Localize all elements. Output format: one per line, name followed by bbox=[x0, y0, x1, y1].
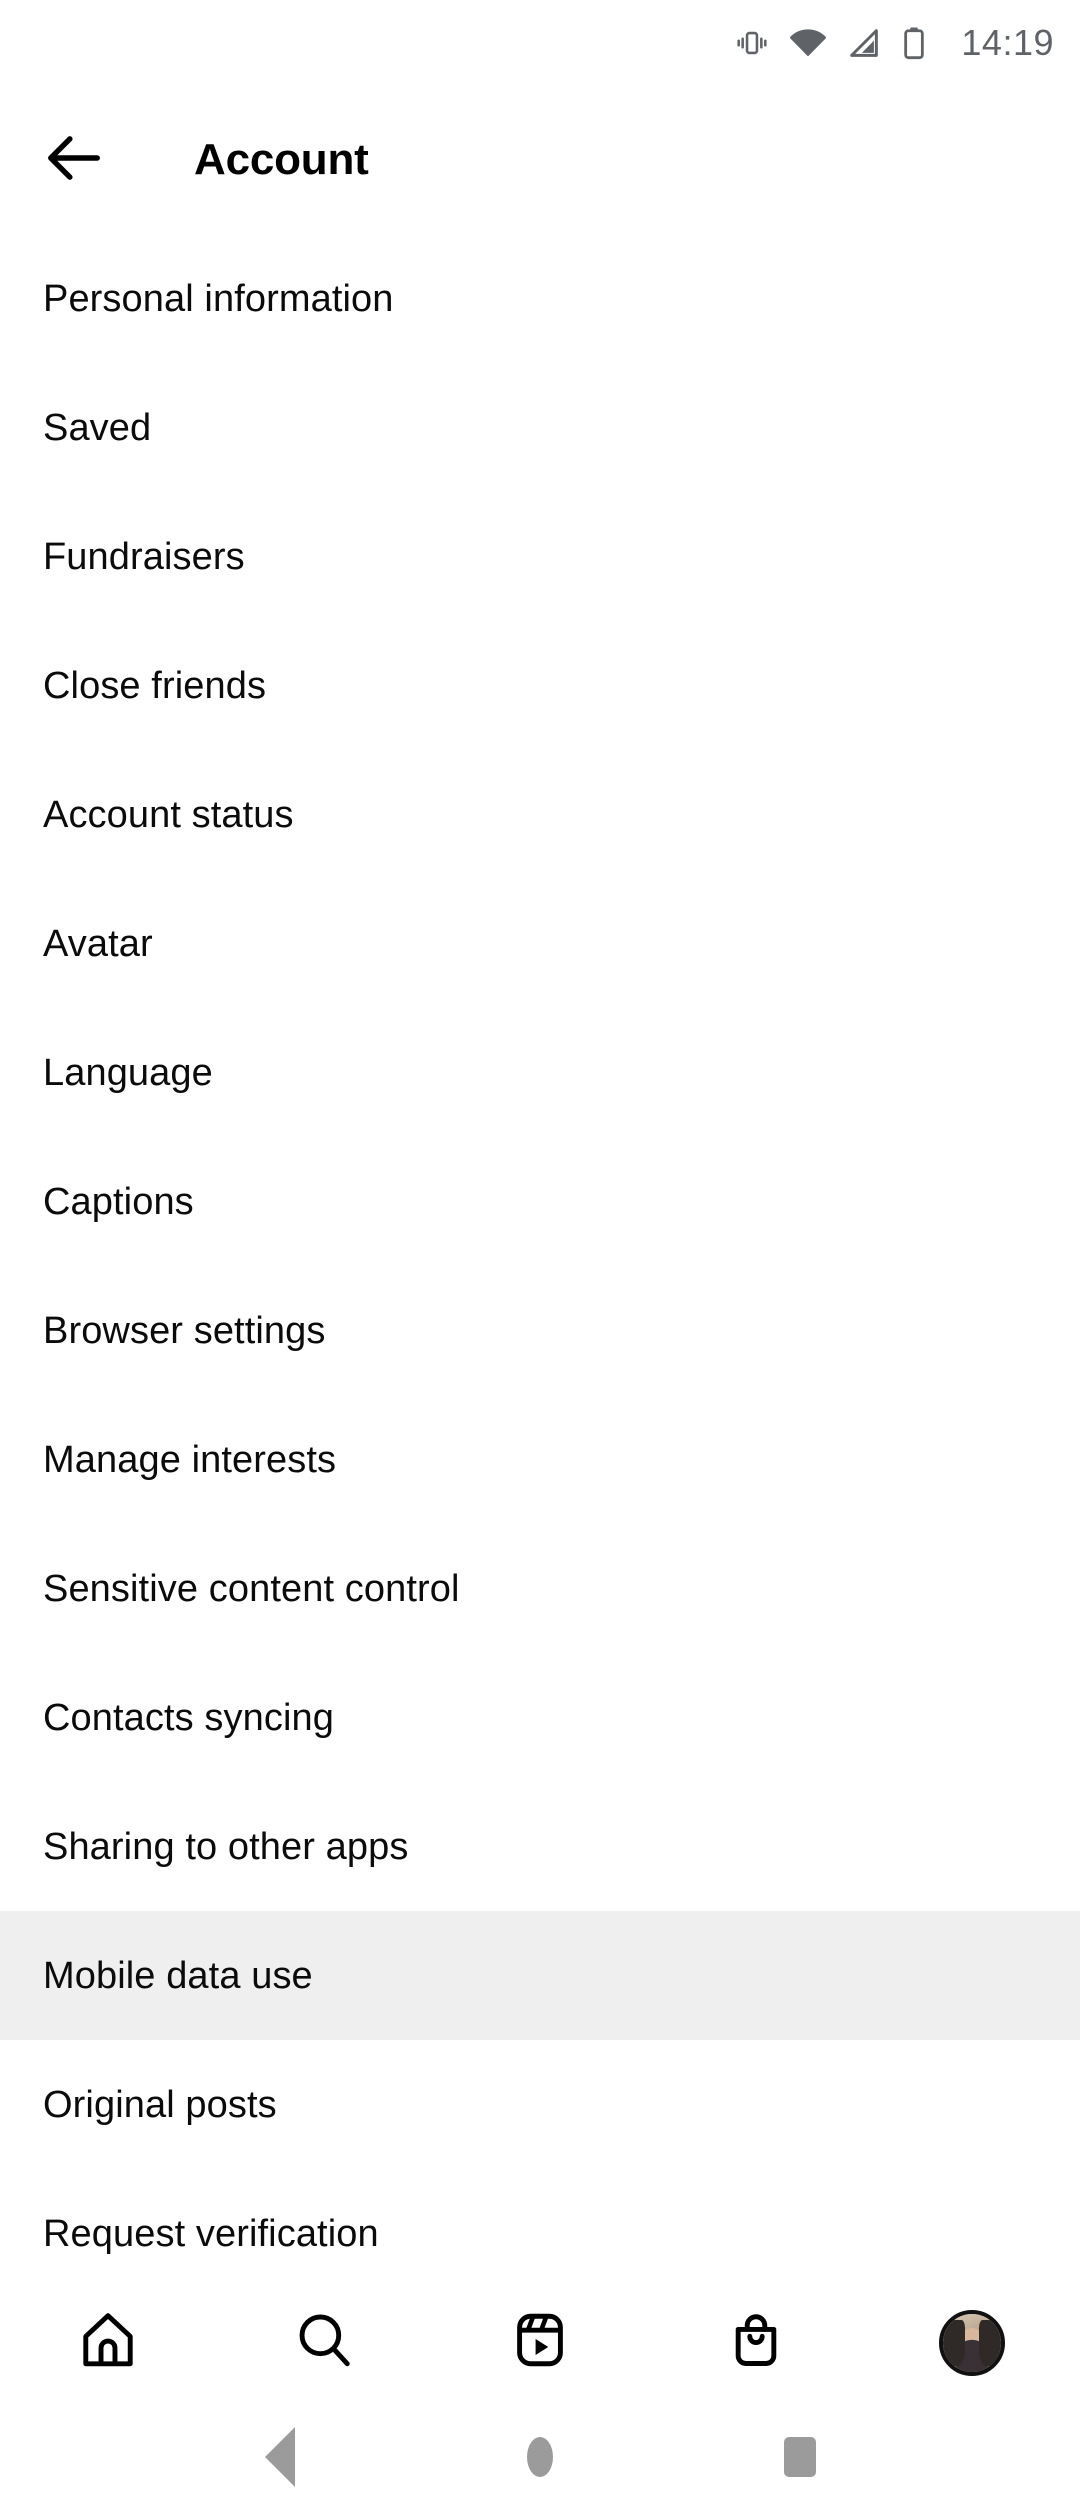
settings-row[interactable]: Browser settings bbox=[0, 1266, 1080, 1395]
bottom-tab-bar bbox=[0, 2290, 1080, 2394]
page-title: Account bbox=[194, 135, 369, 184]
app-header: Account bbox=[0, 86, 1080, 234]
reels-icon bbox=[509, 2309, 571, 2376]
settings-row-label: Avatar bbox=[43, 922, 153, 965]
wifi-icon bbox=[789, 26, 827, 60]
settings-row[interactable]: Fundraisers bbox=[0, 492, 1080, 621]
android-home-button[interactable] bbox=[480, 2397, 600, 2517]
status-bar: 14:19 bbox=[0, 0, 1080, 86]
settings-row-label: Close friends bbox=[43, 664, 267, 707]
settings-row-label: Language bbox=[43, 1051, 213, 1094]
settings-row[interactable]: Original posts bbox=[0, 2040, 1080, 2169]
tab-search[interactable] bbox=[249, 2291, 399, 2395]
circle-home-icon bbox=[527, 2437, 553, 2477]
tab-profile[interactable] bbox=[897, 2291, 1047, 2395]
avatar-hair-left bbox=[943, 2319, 965, 2366]
square-recents-icon bbox=[784, 2437, 816, 2477]
settings-row[interactable]: Manage interests bbox=[0, 1395, 1080, 1524]
triangle-back-icon bbox=[265, 2427, 295, 2487]
settings-row[interactable]: Mobile data use bbox=[0, 1911, 1080, 2040]
settings-row-label: Contacts syncing bbox=[43, 1696, 334, 1739]
settings-row[interactable]: Avatar bbox=[0, 879, 1080, 1008]
battery-icon bbox=[901, 26, 927, 60]
settings-row-label: Mobile data use bbox=[43, 1954, 313, 1997]
android-recents-button[interactable] bbox=[740, 2397, 860, 2517]
settings-row-label: Sensitive content control bbox=[43, 1567, 460, 1610]
android-back-button[interactable] bbox=[220, 2397, 340, 2517]
status-bar-icons: 14:19 bbox=[735, 22, 1054, 64]
shop-icon bbox=[725, 2309, 787, 2376]
tab-reels[interactable] bbox=[465, 2291, 615, 2395]
settings-row-label: Account status bbox=[43, 793, 294, 836]
arrow-left-icon bbox=[43, 127, 105, 194]
tab-home[interactable] bbox=[33, 2291, 183, 2395]
settings-row[interactable]: Sharing to other apps bbox=[0, 1782, 1080, 1911]
settings-row-label: Fundraisers bbox=[43, 535, 245, 578]
profile-avatar bbox=[939, 2309, 1005, 2376]
settings-list[interactable]: Personal information Saved Fundraisers Clos… bbox=[0, 234, 1080, 2290]
settings-row[interactable]: Request verification bbox=[0, 2169, 1080, 2290]
settings-row-label: Original posts bbox=[43, 2083, 277, 2126]
cellular-signal-icon bbox=[847, 26, 881, 60]
settings-row[interactable]: Language bbox=[0, 1008, 1080, 1137]
settings-row-label: Captions bbox=[43, 1180, 194, 1223]
settings-row-label: Sharing to other apps bbox=[43, 1825, 409, 1868]
settings-row[interactable]: Close friends bbox=[0, 621, 1080, 750]
settings-row-label: Personal information bbox=[43, 277, 394, 320]
settings-row[interactable]: Personal information bbox=[0, 234, 1080, 363]
android-system-nav bbox=[0, 2394, 1080, 2520]
settings-row[interactable]: Account status bbox=[0, 750, 1080, 879]
settings-row-label: Browser settings bbox=[43, 1309, 326, 1352]
vibrate-icon bbox=[735, 26, 769, 60]
search-icon bbox=[293, 2309, 355, 2376]
settings-row-label: Manage interests bbox=[43, 1438, 337, 1481]
tab-shop[interactable] bbox=[681, 2291, 831, 2395]
status-bar-clock: 14:19 bbox=[961, 22, 1054, 63]
settings-row-label: Saved bbox=[43, 406, 152, 449]
avatar-hair-right bbox=[979, 2319, 1001, 2366]
back-button[interactable] bbox=[22, 108, 126, 212]
settings-row[interactable]: Captions bbox=[0, 1137, 1080, 1266]
settings-row-label: Request verification bbox=[43, 2212, 379, 2255]
settings-row[interactable]: Saved bbox=[0, 363, 1080, 492]
settings-row[interactable]: Contacts syncing bbox=[0, 1653, 1080, 1782]
settings-row[interactable]: Sensitive content control bbox=[0, 1524, 1080, 1653]
home-icon bbox=[77, 2309, 139, 2376]
